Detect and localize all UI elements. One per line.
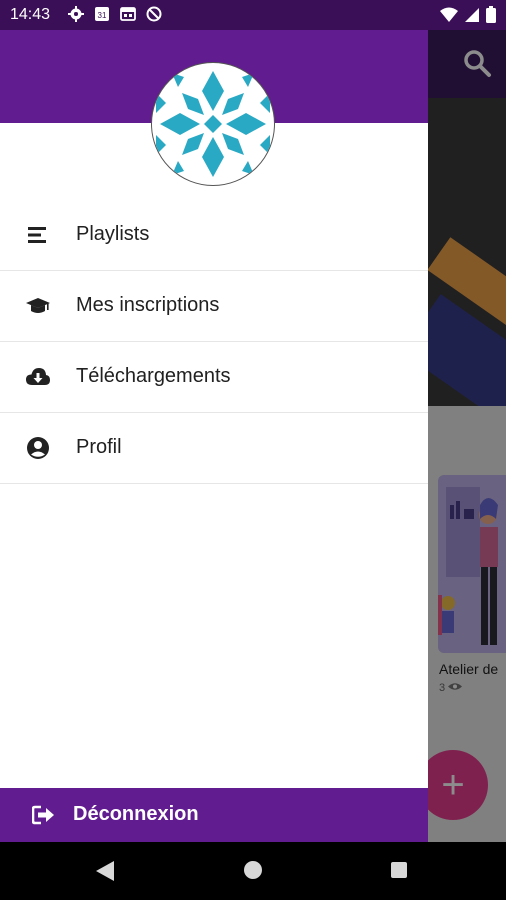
status-bar: 14:43 31 (0, 0, 506, 30)
menu-item-label: Mes inscriptions (76, 294, 220, 316)
logout-icon (32, 805, 54, 825)
battery-icon (486, 6, 496, 23)
back-icon[interactable] (96, 861, 114, 881)
menu-item-mes-inscriptions[interactable]: Mes inscriptions (0, 271, 428, 342)
logout-button[interactable]: Déconnexion (0, 788, 428, 842)
wifi-icon (440, 7, 458, 22)
system-navigation-bar (0, 842, 506, 900)
menu-item-label: Téléchargements (76, 365, 231, 387)
logout-label: Déconnexion (73, 803, 199, 825)
calendar-day-text: 31 (98, 11, 107, 20)
menu-item-label: Profil (76, 436, 122, 458)
user-avatar[interactable] (151, 62, 275, 186)
graduation-cap-icon (26, 298, 50, 313)
account-circle-icon (27, 437, 49, 459)
calendar-grid-icon (120, 7, 136, 21)
drawer-menu: Playlists Mes inscriptions Téléchargemen… (0, 200, 428, 484)
menu-item-label: Playlists (76, 223, 150, 245)
menu-item-profil[interactable]: Profil (0, 413, 428, 484)
avatar-pattern (156, 71, 270, 177)
calendar-icon: 31 (95, 7, 109, 21)
cloud-download-icon (26, 368, 50, 385)
navigation-drawer: Playlists Mes inscriptions Téléchargemen… (0, 30, 428, 842)
status-time: 14:43 (10, 6, 51, 23)
recent-apps-icon[interactable] (391, 862, 407, 878)
settings-gear-icon (68, 6, 84, 22)
menu-item-playlists[interactable]: Playlists (0, 200, 428, 271)
signal-icon (465, 7, 479, 22)
playlist-icon (28, 227, 46, 243)
do-not-disturb-icon (146, 6, 162, 22)
menu-item-telechargements[interactable]: Téléchargements (0, 342, 428, 413)
home-icon[interactable] (244, 861, 262, 879)
